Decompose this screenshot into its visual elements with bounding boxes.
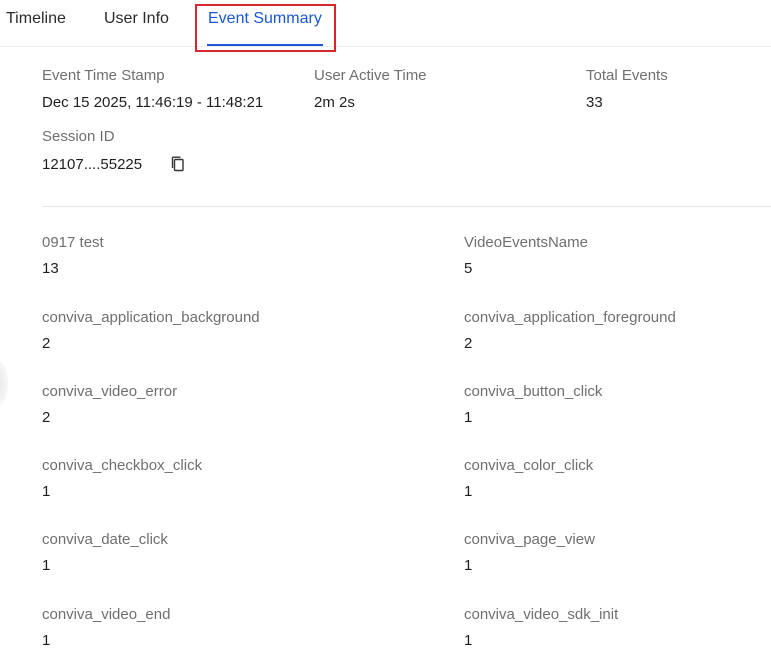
event-count: 1 xyxy=(42,632,51,649)
active-tab-indicator xyxy=(207,44,323,46)
event-name: conviva_color_click xyxy=(464,457,594,474)
tab-user-info[interactable]: User Info xyxy=(104,10,169,28)
event-count: 2 xyxy=(42,335,51,352)
event-name: conviva_video_sdk_init xyxy=(464,606,619,623)
list-item: conviva_checkbox_click 1 xyxy=(42,457,372,500)
session-id-value: 12107....55225 xyxy=(42,156,143,173)
event-count: 1 xyxy=(42,483,51,500)
event-name: conviva_application_foreground xyxy=(464,309,676,326)
event-count: 1 xyxy=(464,632,473,649)
event-name: 0917 test xyxy=(42,234,104,251)
event-timestamp-label: Event Time Stamp xyxy=(42,67,165,84)
event-name: conviva_page_view xyxy=(464,531,595,548)
event-count: 1 xyxy=(42,557,51,574)
event-name: conviva_button_click xyxy=(464,383,603,400)
list-item: conviva_color_click 1 xyxy=(464,457,771,500)
total-events-label: Total Events xyxy=(586,67,668,84)
list-item: conviva_application_background 2 xyxy=(42,309,372,352)
event-count: 2 xyxy=(42,409,51,426)
list-item: conviva_application_foreground 2 xyxy=(464,309,771,352)
event-count: 1 xyxy=(464,409,473,426)
list-item: conviva_video_end 1 xyxy=(42,606,372,649)
event-name: conviva_date_click xyxy=(42,531,168,548)
event-count: 13 xyxy=(42,260,59,277)
user-active-time-value: 2m 2s xyxy=(314,94,355,111)
edge-shadow xyxy=(0,360,8,406)
list-item: conviva_button_click 1 xyxy=(464,383,771,426)
event-count: 1 xyxy=(464,483,473,500)
list-item: conviva_date_click 1 xyxy=(42,531,372,574)
list-item: conviva_page_view 1 xyxy=(464,531,771,574)
list-item: 0917 test 13 xyxy=(42,234,372,277)
event-name: conviva_video_error xyxy=(42,383,178,400)
event-count: 1 xyxy=(464,557,473,574)
event-count: 5 xyxy=(464,260,473,277)
tab-event-summary[interactable]: Event Summary xyxy=(208,10,322,28)
event-timestamp-value: Dec 15 2025, 11:46:19 - 11:48:21 xyxy=(42,94,264,111)
user-active-time-label: User Active Time xyxy=(314,67,427,84)
event-name: conviva_application_background xyxy=(42,309,260,326)
session-id-label: Session ID xyxy=(42,128,115,145)
total-events-value: 33 xyxy=(586,94,603,111)
section-divider xyxy=(42,206,771,207)
list-item: conviva_video_error 2 xyxy=(42,383,372,426)
copy-icon[interactable] xyxy=(171,156,185,172)
list-item: VideoEventsName 5 xyxy=(464,234,771,277)
tab-bar: Timeline User Info Event Summary xyxy=(0,0,771,47)
event-count: 2 xyxy=(464,335,473,352)
event-name: conviva_checkbox_click xyxy=(42,457,203,474)
event-name: conviva_video_end xyxy=(42,606,171,623)
event-name: VideoEventsName xyxy=(464,234,588,251)
tab-timeline[interactable]: Timeline xyxy=(6,10,66,28)
list-item: conviva_video_sdk_init 1 xyxy=(464,606,771,649)
